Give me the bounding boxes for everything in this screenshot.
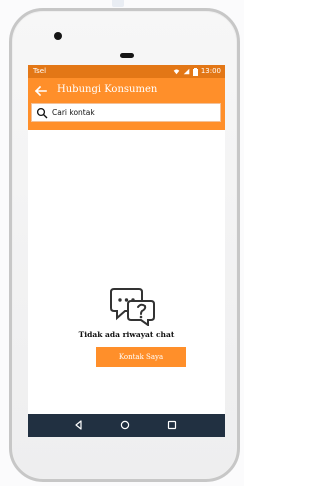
- wifi-icon: [173, 69, 180, 75]
- page-title: Hubungi Konsumen: [57, 84, 158, 95]
- empty-state-message: Tidak ada riwayat chat: [78, 330, 175, 339]
- phone-screen: Tsel 13:00 Hubungi Konsumen Cari kontak …: [28, 65, 225, 437]
- system-navigation-bar: [28, 414, 225, 437]
- android-phone-frame: Tsel 13:00 Hubungi Konsumen Cari kontak …: [9, 8, 240, 482]
- home-circle-icon[interactable]: [119, 419, 131, 431]
- screenshot-canvas: Tsel 13:00 Hubungi Konsumen Cari kontak …: [0, 0, 244, 486]
- status-icons: 13:00: [173, 65, 221, 78]
- search-box[interactable]: [31, 103, 221, 122]
- status-time: 13:00: [200, 67, 221, 75]
- contact-me-button[interactable]: Kontak Saya: [96, 347, 186, 367]
- arrow-left-icon[interactable]: [33, 83, 49, 99]
- battery-icon: [192, 67, 198, 76]
- front-camera: [54, 32, 62, 40]
- search-input[interactable]: [52, 105, 214, 120]
- chat-question-icon: [110, 288, 155, 326]
- carrier-name: Tsel: [33, 67, 47, 75]
- chat-history-content: Tidak ada riwayat chat Kontak Saya: [28, 130, 225, 414]
- recent-square-icon[interactable]: [166, 419, 178, 431]
- search-icon: [36, 107, 48, 119]
- top-edge-mark: [112, 0, 124, 7]
- signal-icon: [183, 68, 190, 75]
- status-bar: Tsel 13:00: [28, 65, 225, 78]
- app-bar: Hubungi Konsumen: [28, 78, 225, 130]
- back-triangle-icon[interactable]: [73, 419, 85, 431]
- earpiece-speaker: [120, 53, 134, 58]
